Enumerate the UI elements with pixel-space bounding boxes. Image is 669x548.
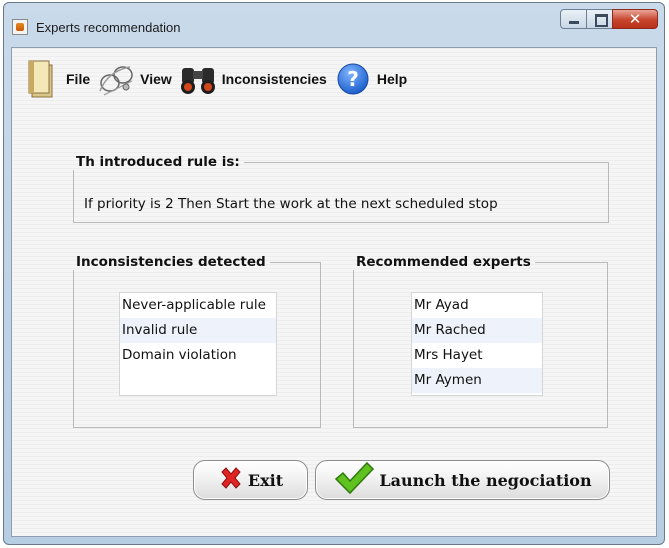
menu-bar: File View Inconsistencies ? Help	[22, 56, 413, 102]
minimize-icon	[569, 21, 579, 24]
rule-text: If priority is 2 Then Start the work at …	[84, 196, 498, 212]
experts-panel: Recommended experts Mr Ayad Mr Rached Mr…	[353, 254, 608, 428]
red-x-icon	[218, 465, 244, 495]
rule-panel: Th introduced rule is: If priority is 2 …	[73, 154, 609, 223]
title-bar[interactable]: Experts recommendation ✕	[4, 3, 664, 47]
experts-panel-title: Recommended experts	[356, 254, 531, 270]
help-icon: ?	[333, 58, 373, 100]
maximize-button[interactable]	[586, 9, 613, 29]
list-item[interactable]: Never-applicable rule	[120, 293, 276, 318]
menu-inconsistencies-label: Inconsistencies	[221, 71, 327, 87]
svg-text:?: ?	[347, 67, 359, 91]
maximize-icon	[595, 14, 608, 27]
file-icon	[22, 58, 62, 100]
window-controls: ✕	[560, 9, 658, 29]
menu-file-label: File	[66, 71, 91, 87]
menu-inconsistencies[interactable]: Inconsistencies	[178, 58, 327, 100]
content-area: File View Inconsistencies ? Help Th intr…	[11, 47, 657, 537]
list-item[interactable]: Mr Ayad	[412, 293, 542, 318]
exit-button[interactable]: Exit	[193, 460, 308, 500]
window-title: Experts recommendation	[36, 20, 181, 35]
list-item[interactable]: Mrs Hayet	[412, 343, 542, 368]
inconsistencies-panel-title: Inconsistencies detected	[76, 254, 266, 270]
list-item[interactable]: Domain violation	[120, 343, 276, 368]
minimize-button[interactable]	[560, 9, 587, 29]
exit-button-label: Exit	[247, 470, 284, 490]
menu-view[interactable]: View	[96, 58, 172, 100]
experts-list[interactable]: Mr Ayad Mr Rached Mrs Hayet Mr Aymen	[411, 292, 543, 396]
close-icon: ✕	[628, 10, 642, 28]
close-button[interactable]: ✕	[612, 9, 658, 29]
menu-help[interactable]: ? Help	[333, 58, 407, 100]
list-item[interactable]: Mr Aymen	[412, 368, 542, 393]
menu-file[interactable]: File	[22, 58, 90, 100]
app-window: Experts recommendation ✕ File View Incon…	[3, 2, 665, 545]
list-item[interactable]: Invalid rule	[120, 318, 276, 343]
inconsistencies-list[interactable]: Never-applicable rule Invalid rule Domai…	[119, 292, 277, 396]
green-check-icon	[333, 461, 375, 499]
rule-panel-title: Th introduced rule is:	[76, 154, 240, 170]
java-cup-icon	[12, 19, 28, 35]
inconsistencies-panel: Inconsistencies detected Never-applicabl…	[73, 254, 321, 428]
list-item[interactable]: Mr Rached	[412, 318, 542, 343]
launch-negociation-button[interactable]: Launch the negociation	[315, 460, 610, 500]
binoculars-icon	[178, 58, 218, 100]
view-icon	[96, 58, 136, 100]
launch-button-label: Launch the negociation	[379, 470, 592, 490]
menu-help-label: Help	[376, 71, 408, 87]
menu-view-label: View	[140, 71, 172, 87]
